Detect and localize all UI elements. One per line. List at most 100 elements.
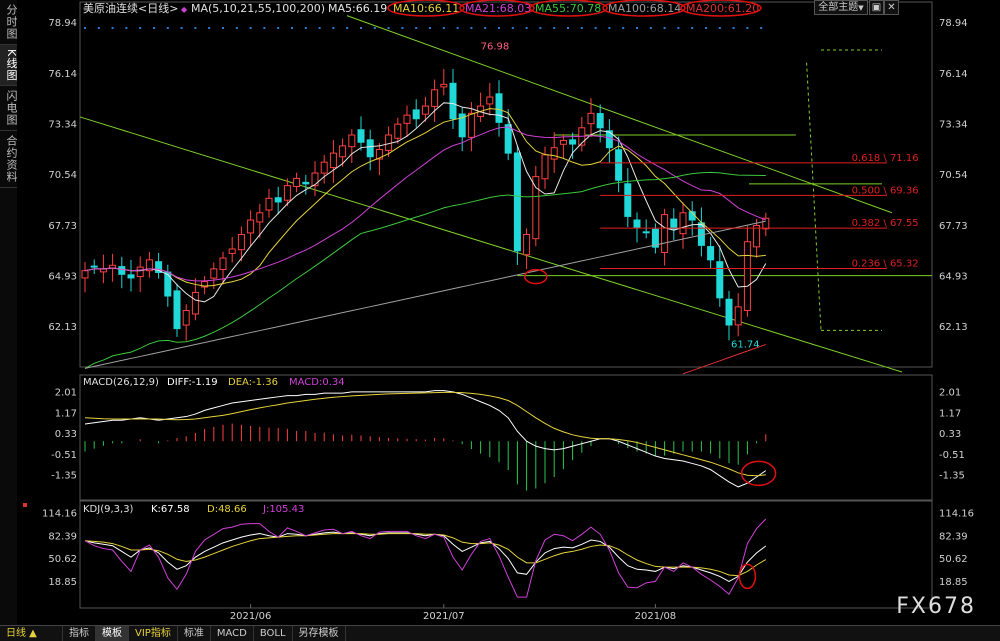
candle-body [90, 265, 98, 268]
period-select[interactable]: 日线 ▲ [0, 626, 63, 641]
kdj-readout-1: D:48.66 [207, 504, 247, 515]
dot-marker [677, 27, 680, 29]
dot-marker [594, 27, 597, 29]
dot-marker [235, 27, 238, 29]
dot-marker [746, 27, 749, 29]
dot-marker [622, 27, 625, 29]
candle-body [265, 197, 273, 211]
candle-body [136, 266, 144, 278]
candle-body [495, 93, 503, 123]
tab-indicators[interactable]: 指标 [63, 626, 96, 641]
candle-body [311, 172, 319, 187]
candle-body [743, 241, 751, 311]
candle-body [127, 274, 135, 279]
dot-marker [525, 27, 528, 29]
trading-chart[interactable]: 美原油连续<日线> ◆ MA(5,10,21,55,100,200) MA5:66.1… [17, 0, 1000, 625]
price-tick-right: 76.14 [939, 69, 968, 80]
tab-standard[interactable]: 标准 [178, 626, 211, 641]
kdj-tick-left: 114.16 [42, 509, 77, 520]
candle-body [486, 96, 494, 105]
dot-marker [649, 27, 652, 29]
dot-marker [208, 27, 211, 29]
candle-body [366, 139, 374, 158]
candle-body [449, 82, 457, 120]
price-tick-left: 76.14 [48, 69, 77, 80]
dot-marker [442, 27, 445, 29]
dot-marker [166, 27, 169, 29]
price-tick-left: 70.54 [48, 170, 77, 181]
dot-marker [332, 27, 335, 29]
instrument-title: 美原油连续<日线> [83, 1, 178, 15]
candle-body [569, 139, 577, 145]
maximize-icon[interactable]: ▣ [869, 0, 884, 15]
price-tick-right: 73.34 [939, 119, 968, 130]
dot-marker [511, 27, 514, 29]
tab-intraday[interactable]: 分时图 [0, 0, 18, 45]
dot-marker [580, 27, 583, 29]
kdj-tick-right: 82.39 [939, 531, 968, 542]
kdj-tick-right: 114.16 [939, 509, 974, 520]
candle-body [679, 212, 687, 235]
tab-save-template[interactable]: 另存模板 [293, 626, 346, 641]
candle-body [734, 306, 742, 326]
tab-kline[interactable]: K线图 [0, 45, 18, 87]
dot-marker [125, 27, 128, 29]
dot-marker [663, 27, 666, 29]
ma-value-1: MA10:66.11 [393, 2, 459, 15]
close-icon[interactable]: ✕ [884, 0, 899, 15]
candle-body [513, 152, 521, 252]
candle-body [596, 113, 604, 129]
dot-marker [415, 27, 418, 29]
tab-contract-info[interactable]: 合约资料 [0, 131, 18, 189]
tab-macd[interactable]: MACD [211, 626, 254, 641]
candle-body [394, 123, 402, 139]
candle-body [587, 112, 595, 125]
price-tick-right: 64.93 [939, 272, 968, 283]
candle-body [228, 248, 236, 254]
candle-body [247, 219, 255, 234]
dot-marker [456, 27, 459, 29]
dot-marker [608, 27, 611, 29]
candle-body [559, 139, 567, 145]
tab-lightning[interactable]: 闪电图 [0, 86, 18, 132]
candle-body [412, 109, 420, 120]
dot-marker [387, 27, 390, 29]
left-sidebar: 分时图 K线图 闪电图 合约资料 [0, 0, 18, 625]
dot-marker [194, 27, 197, 29]
dot-marker [732, 27, 735, 29]
price-label-0: 76.98 [481, 42, 510, 53]
candle-body [191, 291, 199, 315]
theme-select[interactable]: 全部主题▼ [814, 0, 868, 15]
dot-marker [153, 27, 155, 29]
price-tick-left: 62.13 [48, 322, 77, 333]
dot-marker [263, 27, 266, 29]
dot-marker [498, 27, 500, 29]
candle-body [274, 197, 282, 203]
kdj-tick-right: 50.62 [939, 554, 968, 565]
dot-marker [222, 27, 224, 29]
tab-templates[interactable]: 模板 [96, 626, 129, 641]
candle-body [550, 147, 558, 160]
price-tick-left: 67.73 [48, 221, 77, 232]
dot-marker [111, 27, 114, 29]
ma-value-5: MA200:61.20 [686, 2, 759, 15]
fib-label-1: 0.500 \ 69.36 [852, 185, 919, 196]
tab-vip-indicators[interactable]: VIP指标 [129, 626, 178, 641]
candle-body [725, 298, 733, 326]
dot-marker [360, 27, 362, 29]
price-tick-left: 64.93 [48, 272, 77, 283]
candle-body [164, 271, 172, 297]
dot-marker [346, 27, 349, 29]
ma-value-0: MA5:66.19 [328, 2, 387, 15]
macd-tick-right: 0.33 [939, 429, 961, 440]
macd-tick-right: -0.51 [939, 450, 965, 461]
tab-boll[interactable]: BOLL [254, 626, 293, 641]
dot-marker [691, 27, 694, 29]
theme-select-label: 全部主题 [818, 2, 859, 13]
dot-marker [139, 27, 142, 29]
candle-body [339, 145, 347, 158]
candle-body [81, 270, 89, 279]
candle-body [320, 161, 328, 174]
candle-body [523, 234, 531, 256]
candle-body [421, 105, 429, 115]
